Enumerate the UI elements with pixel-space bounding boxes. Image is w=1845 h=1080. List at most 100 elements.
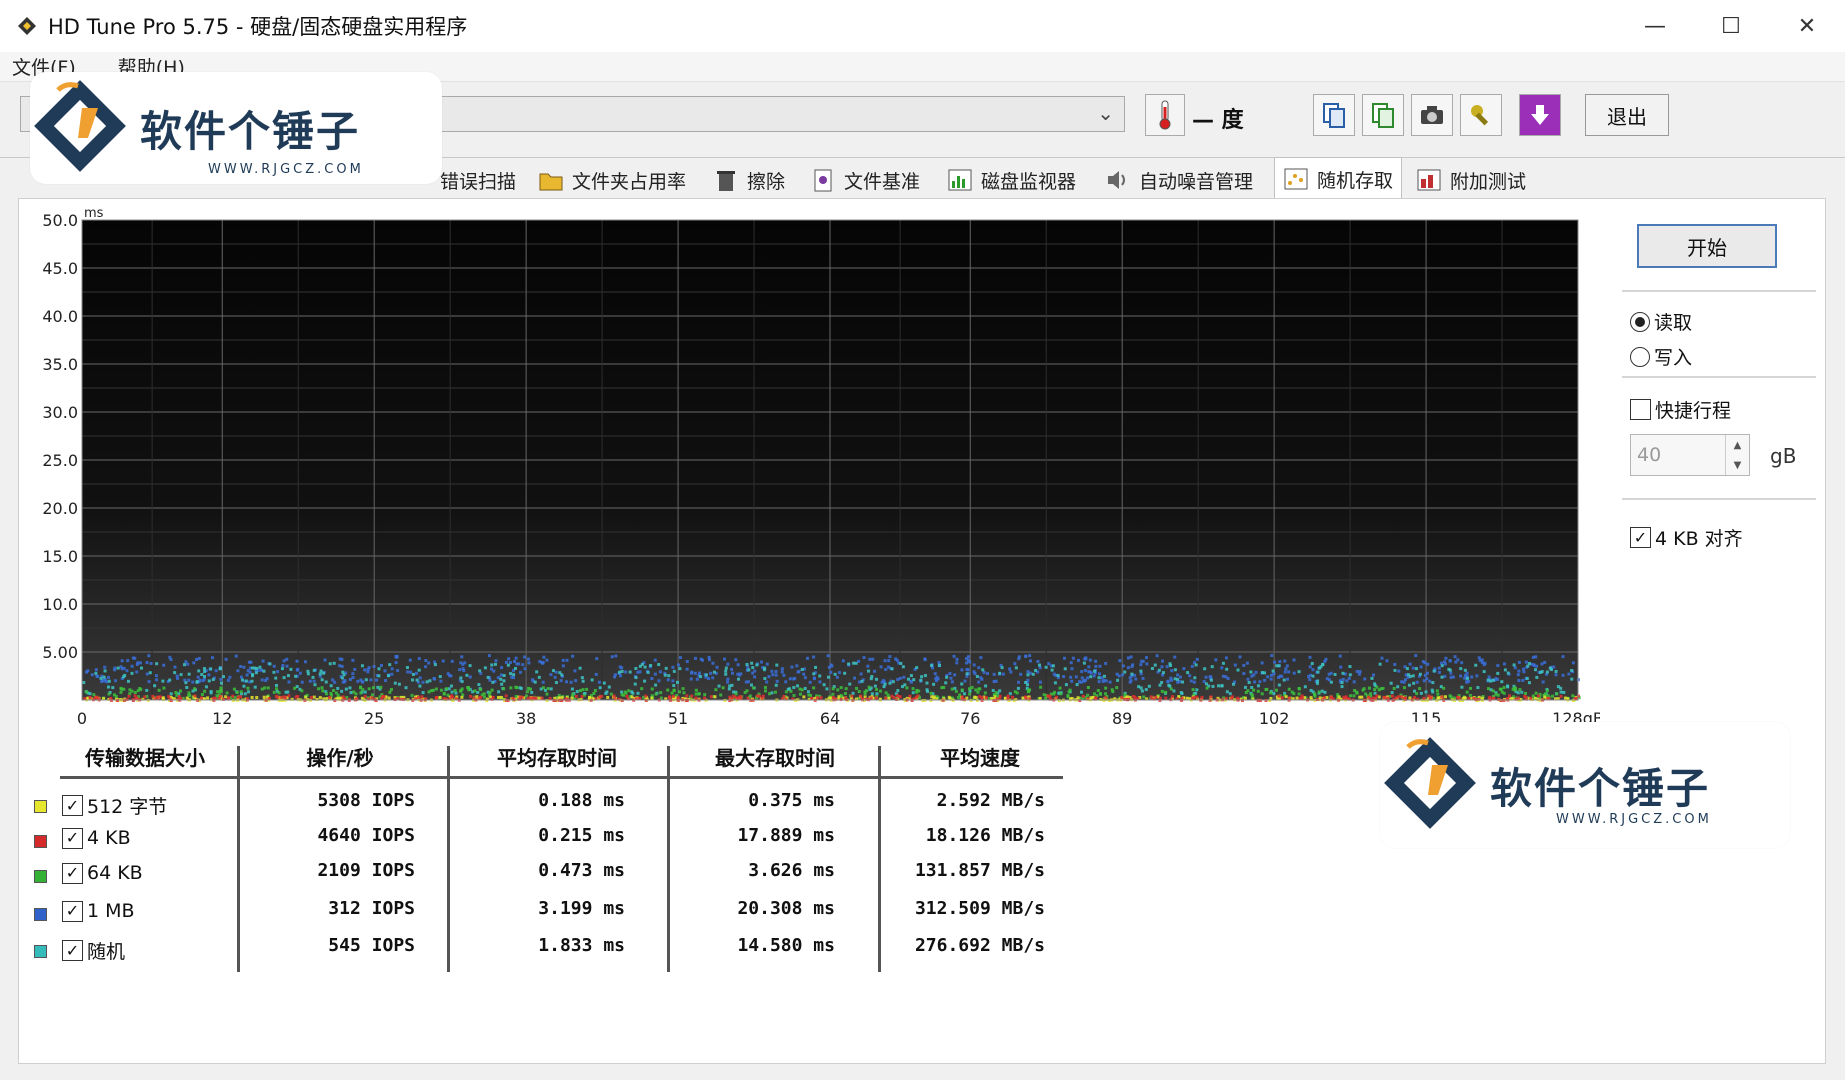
chart-point	[955, 661, 959, 665]
tab-folder-usage[interactable]: 文件夹占用率	[538, 160, 686, 200]
chart-point	[545, 658, 549, 662]
chart-point	[707, 658, 711, 662]
chart-point	[559, 679, 563, 683]
start-button[interactable]: 开始	[1637, 224, 1777, 268]
checkbox-short-stroke[interactable]	[1630, 399, 1651, 420]
chart-point	[318, 696, 322, 700]
tab-disk-monitor[interactable]: 磁盘监视器	[947, 160, 1076, 200]
chart-point	[1211, 684, 1215, 688]
chart-point	[411, 678, 415, 682]
chart-point	[923, 657, 927, 661]
chart-point	[245, 673, 249, 677]
chart-point	[554, 670, 558, 674]
radio-write[interactable]	[1630, 346, 1650, 367]
chart-point	[747, 668, 751, 672]
screenshot-button[interactable]	[1411, 94, 1453, 136]
row-checkbox[interactable]: ✓ 4 KB	[62, 827, 131, 849]
chart-point	[507, 657, 511, 661]
temperature-button[interactable]	[1145, 94, 1185, 136]
chart-point	[389, 687, 393, 691]
tab-error-scan[interactable]: 错误扫描	[440, 160, 516, 200]
chart-point	[1534, 668, 1538, 672]
checkbox-series[interactable]: ✓	[62, 795, 83, 816]
stroke-size-stepper[interactable]: 40 ▲ ▼	[1630, 434, 1750, 476]
chart-point	[351, 676, 355, 680]
chevron-up-icon[interactable]: ▲	[1734, 440, 1742, 451]
close-button[interactable]: ✕	[1769, 0, 1845, 52]
checkbox-series[interactable]: ✓	[62, 940, 83, 961]
chart-point	[870, 675, 874, 679]
chart-point	[221, 675, 225, 679]
window-title: HD Tune Pro 5.75 - 硬盘/固态硬盘实用程序	[48, 15, 468, 39]
chart-point	[1549, 668, 1553, 672]
maximize-icon: ☐	[1721, 13, 1741, 39]
row-checkbox[interactable]: ✓ 512 字节	[62, 792, 167, 819]
checkbox-series[interactable]: ✓	[62, 900, 83, 922]
x-tick-label: 102	[1259, 709, 1290, 728]
chart-point	[138, 661, 142, 665]
align-checkbox[interactable]: ✓ 4 KB 对齐	[1630, 524, 1743, 551]
chart-point	[1418, 672, 1422, 676]
chart-point	[1545, 670, 1549, 674]
tab-erase[interactable]: 擦除	[713, 160, 785, 200]
chart-point	[434, 687, 438, 691]
exit-button[interactable]: 退出	[1585, 94, 1669, 136]
chart-point	[145, 672, 149, 676]
chart-point	[868, 657, 872, 661]
chart-point	[1496, 664, 1500, 668]
save-button[interactable]	[1519, 94, 1561, 136]
chart-point	[1436, 692, 1440, 696]
tab-noise-management[interactable]: 自动噪音管理	[1105, 160, 1253, 200]
row-checkbox[interactable]: ✓ 1 MB	[62, 900, 135, 922]
chart-point	[450, 659, 454, 663]
row-checkbox[interactable]: ✓ 随机	[62, 937, 125, 964]
x-tick-label: 89	[1112, 709, 1132, 728]
tab-file-benchmark[interactable]: 文件基准	[810, 160, 920, 200]
checkbox-align[interactable]: ✓	[1630, 527, 1651, 548]
chart-point	[1075, 683, 1079, 687]
chart-point	[792, 686, 796, 690]
chart-point	[490, 663, 494, 667]
checkbox-series[interactable]: ✓	[62, 862, 83, 884]
short-stroke-checkbox[interactable]: 快捷行程	[1630, 396, 1731, 423]
tab-extra-tests[interactable]: 附加测试	[1416, 160, 1526, 200]
chart-point	[1128, 680, 1132, 684]
minimize-button[interactable]: —	[1617, 0, 1693, 52]
chart-point	[1052, 692, 1056, 696]
chart-point	[875, 692, 879, 696]
chart-point	[1260, 692, 1264, 696]
chart-point	[193, 694, 197, 698]
chart-point	[750, 661, 754, 665]
checkmark-icon: ✓	[65, 901, 80, 920]
chevron-down-icon[interactable]: ▼	[1734, 460, 1742, 471]
chart-point	[442, 696, 446, 700]
chart-point	[216, 690, 220, 694]
chart-point	[424, 659, 428, 663]
cell-iops: 5308 IOPS	[317, 790, 415, 811]
chart-point	[262, 695, 266, 699]
chart-point	[459, 676, 463, 680]
chart-point	[1424, 690, 1428, 694]
watermark-logo: 软件个锤子 WWW.RJGCZ.COM	[30, 72, 442, 184]
chart-point	[907, 677, 911, 681]
copy-text-button[interactable]	[1313, 94, 1355, 136]
stepper-arrows[interactable]: ▲ ▼	[1725, 435, 1749, 475]
chart-point	[960, 682, 964, 686]
write-radio[interactable]: 写入	[1630, 343, 1692, 370]
checkbox-series[interactable]: ✓	[62, 827, 83, 849]
radio-read[interactable]	[1630, 311, 1650, 332]
chart-point	[1242, 663, 1246, 667]
chart-point	[850, 694, 854, 698]
maximize-button[interactable]: ☐	[1693, 0, 1769, 52]
chart-point	[974, 696, 978, 700]
read-radio[interactable]: 读取	[1630, 308, 1692, 335]
chart-point	[255, 696, 259, 700]
options-button[interactable]	[1460, 94, 1502, 136]
tab-random-access[interactable]: 随机存取	[1274, 157, 1403, 200]
row-checkbox[interactable]: ✓ 64 KB	[62, 862, 143, 884]
chart-point	[228, 675, 232, 679]
chart-point	[802, 672, 806, 676]
chart-point	[1110, 688, 1114, 692]
chart-point	[992, 680, 996, 684]
copy-all-button[interactable]	[1362, 94, 1404, 136]
